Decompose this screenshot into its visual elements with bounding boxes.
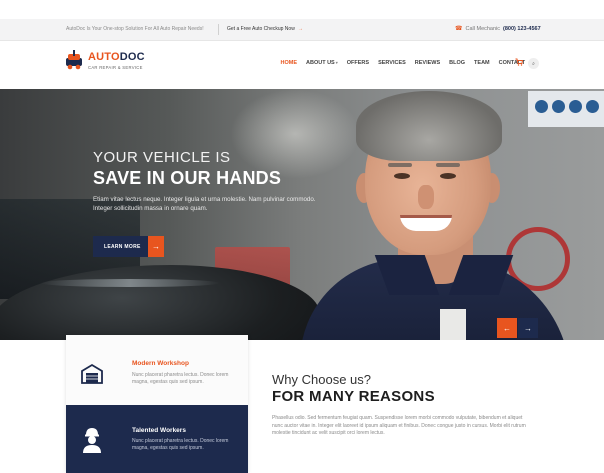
nav-contact[interactable]: CONTACT xyxy=(494,60,529,66)
phone-label: Call Mechanic xyxy=(465,25,501,32)
logo-tagline: CAR REPAIR & SERVICE xyxy=(88,65,143,70)
main-nav: HOME ABOUT US▾ OFFERS SERVICES REVIEWS B… xyxy=(276,60,530,66)
why-choose-section: Why Choose us? FOR MANY REASONS Phasellu… xyxy=(272,372,572,438)
wrench-car-icon xyxy=(64,50,84,72)
nav-reviews[interactable]: REVIEWS xyxy=(410,60,444,66)
top-bar: AutoDoc Is Your One-stop Solution For Al… xyxy=(0,19,604,41)
nav-services[interactable]: SERVICES xyxy=(374,60,411,66)
arrow-right-icon: → xyxy=(148,236,164,257)
free-checkup-label: Get a Free Auto Checkup Now xyxy=(227,26,295,32)
phone-icon: ☎ xyxy=(455,26,463,32)
feature-title: Talented Workers xyxy=(132,427,186,434)
chevron-down-icon: ▾ xyxy=(335,60,338,65)
top-bar-divider xyxy=(218,24,219,35)
hero-text: YOUR VEHICLE IS SAVE IN OUR HANDS Etiam … xyxy=(93,149,323,213)
free-checkup-link[interactable]: Get a Free Auto Checkup Now → xyxy=(227,26,303,32)
why-choose-body: Phasellus odio. Sed fermentum feugiat qu… xyxy=(272,415,526,436)
feature-card: Talented Workers Nunc placerat pharetra … xyxy=(66,405,248,473)
learn-more-label: LEARN MORE xyxy=(104,243,141,250)
nav-blog[interactable]: BLOG xyxy=(445,60,470,66)
hero-subtext: Etiam vitae lectus neque. Integer ligula… xyxy=(93,196,316,212)
nav-about-us[interactable]: ABOUT US▾ xyxy=(302,60,343,66)
logo-doc: DOC xyxy=(119,51,145,63)
nav-home[interactable]: HOME xyxy=(276,60,302,66)
garage-icon xyxy=(80,362,104,386)
hero-kicker: YOUR VEHICLE IS xyxy=(93,149,231,166)
page: AutoDoc Is Your One-stop Solution For Al… xyxy=(0,0,604,473)
site-header: AUTODOC CAR REPAIR & SERVICE HOME ABOUT … xyxy=(0,41,604,89)
phone-number: (800) 123-4567 xyxy=(503,25,541,32)
phone-contact[interactable]: ☎ Call Mechanic (800) 123-4567 xyxy=(455,25,541,33)
hero-banner: YOUR VEHICLE IS SAVE IN OUR HANDS Etiam … xyxy=(0,89,604,340)
why-choose-title: FOR MANY REASONS xyxy=(272,388,435,405)
feature-title: Modern Workshop xyxy=(132,360,189,367)
feature-desc: Nunc placerat pharetra lectus. Donec lor… xyxy=(132,372,229,385)
arrow-right-icon: → xyxy=(297,26,303,32)
feature-card: Modern Workshop Nunc placerat pharetra l… xyxy=(66,335,248,405)
logo-auto: AUTO xyxy=(88,51,120,63)
cart-icon[interactable] xyxy=(515,58,524,68)
slider-next-button[interactable]: → xyxy=(518,318,538,338)
feature-desc: Nunc placerat pharetra lectus. Donec lor… xyxy=(132,438,229,451)
worker-icon xyxy=(80,426,104,453)
search-icon[interactable]: ⌕ xyxy=(528,58,539,69)
mechanic-photo xyxy=(270,89,604,340)
slider-prev-button[interactable]: ← xyxy=(497,318,517,338)
why-choose-heading: Why Choose us? xyxy=(272,372,371,387)
promo-text: AutoDoc Is Your One-stop Solution For Al… xyxy=(66,26,204,32)
features-panel: Modern Workshop Nunc placerat pharetra l… xyxy=(66,335,248,473)
nav-about-us-label: ABOUT US xyxy=(306,60,335,66)
hero-headline: SAVE IN OUR HANDS xyxy=(93,168,282,188)
logo[interactable]: AUTODOC CAR REPAIR & SERVICE xyxy=(64,50,145,72)
nav-team[interactable]: TEAM xyxy=(470,60,495,66)
nav-offers[interactable]: OFFERS xyxy=(342,60,373,66)
learn-more-button[interactable]: LEARN MORE → xyxy=(93,236,164,257)
